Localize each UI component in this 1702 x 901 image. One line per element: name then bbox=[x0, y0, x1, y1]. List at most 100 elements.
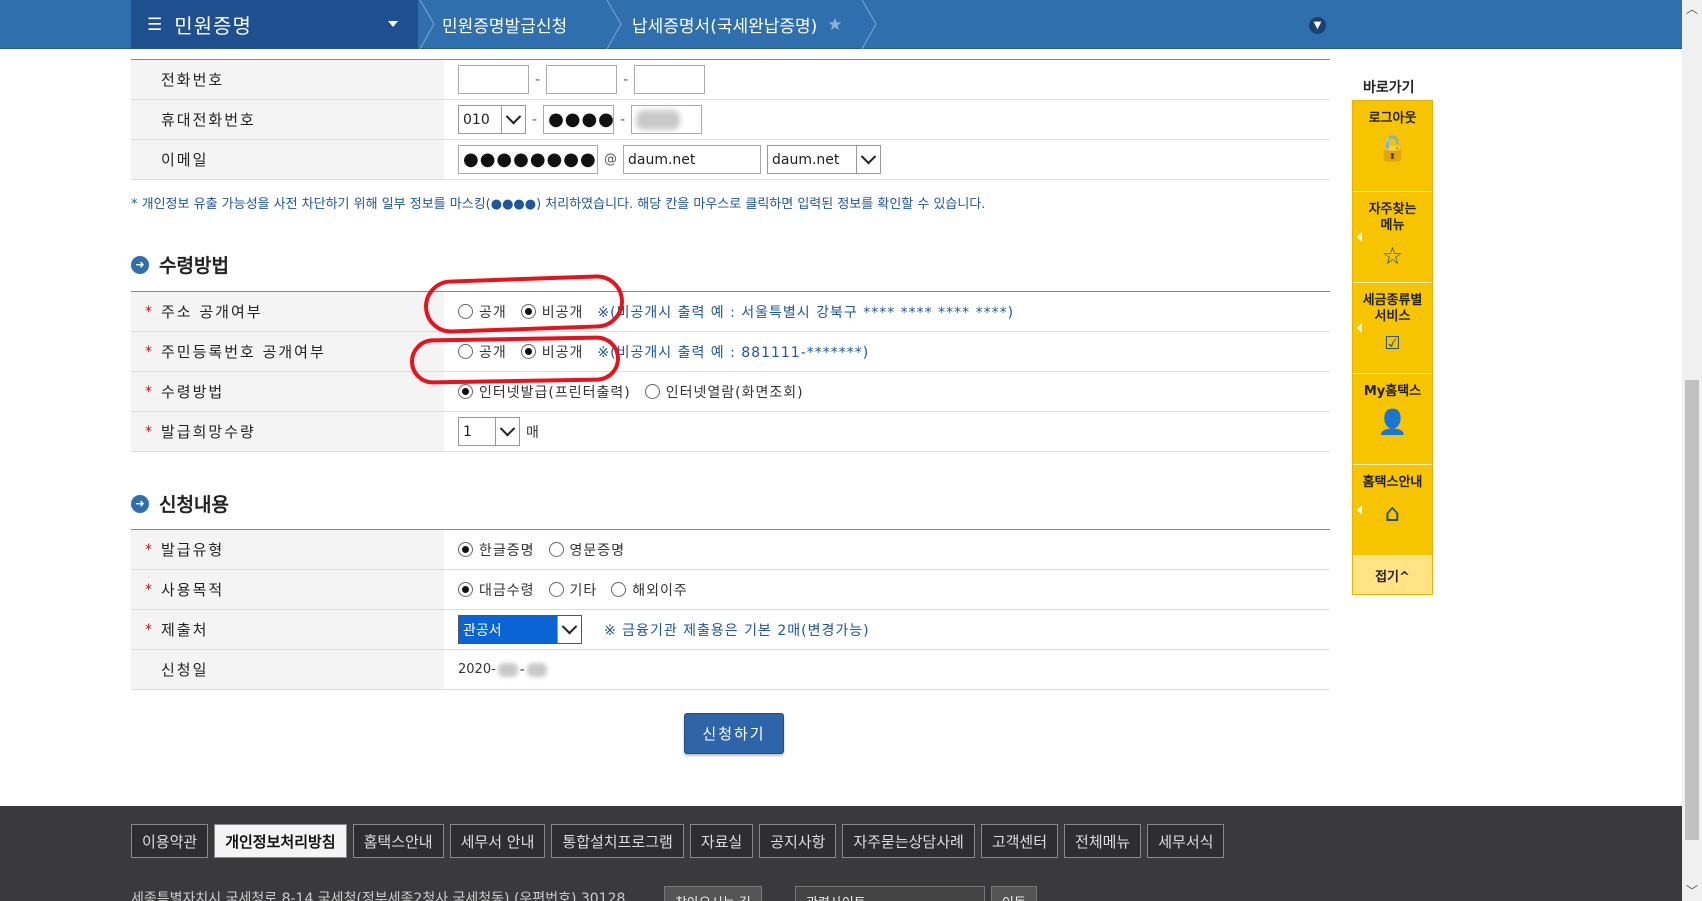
mobile-prefix-select[interactable]: 010 bbox=[458, 105, 526, 134]
user-icon: 👤 bbox=[1377, 408, 1408, 436]
page: ☰ 민원증명 민원증명발급신청 납세증명서(국세완납증명) ★ ▼ 전화번호 - bbox=[0, 0, 1702, 901]
mobile-field-mid[interactable]: ●●●● bbox=[543, 105, 615, 134]
footer-link[interactable]: 통합설치프로그램 bbox=[551, 824, 684, 858]
caret-down-icon bbox=[388, 21, 398, 27]
apply-date-value: 2020- bbox=[458, 662, 496, 677]
quick-fold-button[interactable]: 접기^ bbox=[1353, 556, 1432, 594]
unlock-icon: 🔓 bbox=[1377, 135, 1408, 163]
table-row: * 발급희망수량 1 매 bbox=[131, 412, 1330, 452]
home-icon: ⌂ bbox=[1384, 499, 1401, 527]
submit-to-note: ※ 금융기관 제출용은 기본 2매(변경가능) bbox=[604, 622, 870, 639]
apply-button[interactable]: 신청하기 bbox=[684, 713, 784, 754]
address-disclosure-label: 주소 공개여부 bbox=[161, 303, 263, 321]
footer-link-privacy[interactable]: 개인정보처리방침 bbox=[214, 824, 347, 858]
breadcrumb-separator bbox=[419, 0, 435, 49]
table-row: 신청일 2020- - bbox=[131, 650, 1330, 690]
phone-label: 전화번호 bbox=[131, 60, 444, 99]
breadcrumb-item-apply[interactable]: 민원증명발급신청 bbox=[442, 0, 567, 49]
email-domain-select[interactable]: daum.net bbox=[767, 145, 881, 174]
section-title-receive: ➜ 수령방법 bbox=[131, 251, 229, 278]
phone-field-3[interactable] bbox=[634, 65, 706, 94]
method-print-radio[interactable]: 인터넷발급(프린터출력) bbox=[458, 382, 631, 402]
phone-field-2[interactable] bbox=[546, 65, 618, 94]
email-domain-field[interactable]: daum.net bbox=[623, 145, 761, 174]
annotation-circle bbox=[409, 335, 621, 385]
at-sign: @ bbox=[604, 152, 617, 167]
quick-favorite-menu[interactable]: 자주찾는 메뉴 ☆ bbox=[1353, 192, 1432, 283]
quick-links-title: 바로가기 bbox=[1363, 80, 1415, 96]
table-row: 이메일 ●●●●●●●● @ daum.net daum.net bbox=[131, 140, 1330, 180]
breadcrumb-item-certificate[interactable]: 납세증명서(국세완납증명) ★ bbox=[632, 0, 843, 49]
type-korean-radio[interactable]: 한글증명 bbox=[458, 540, 535, 560]
table-row: * 발급유형 한글증명 영문증명 bbox=[131, 530, 1330, 570]
vertical-scrollbar[interactable]: ︿ ﹀ bbox=[1682, 0, 1702, 901]
footer-link[interactable]: 자료실 bbox=[689, 824, 754, 858]
mobile-label: 휴대전화번호 bbox=[131, 100, 444, 139]
quick-hometax-guide[interactable]: 홈택스안내 ⌂ bbox=[1353, 465, 1432, 556]
footer-link[interactable]: 공지사항 bbox=[759, 824, 837, 858]
table-row: 전화번호 - - bbox=[131, 60, 1330, 100]
purpose-emigration-radio[interactable]: 해외이주 bbox=[611, 580, 688, 600]
quick-tax-service[interactable]: 세금종류별 서비스 ☑ bbox=[1353, 283, 1432, 374]
breadcrumb-separator bbox=[606, 0, 622, 49]
section-title-apply: ➜ 신청내용 bbox=[131, 490, 229, 517]
quick-links-panel: 로그아웃 🔓 자주찾는 메뉴 ☆ 세금종류별 서비스 ☑ My홈택스 👤 홈택스… bbox=[1352, 100, 1433, 595]
submit-to-label: 제출처 bbox=[161, 621, 209, 639]
favorite-star-icon[interactable]: ★ bbox=[827, 15, 842, 35]
breadcrumb-separator bbox=[861, 0, 877, 49]
directions-button[interactable]: 찾아오시는 길 bbox=[664, 886, 762, 901]
menu-dropdown[interactable]: ☰ 민원증명 bbox=[131, 0, 418, 49]
issue-type-label: 발급유형 bbox=[161, 541, 225, 559]
chevron-down-icon bbox=[495, 418, 519, 445]
related-sites-select[interactable]: 관련사이트 bbox=[795, 886, 985, 901]
table-row: 휴대전화번호 010 - ●●●● - bbox=[131, 100, 1330, 140]
submit-to-select[interactable]: 관공서 bbox=[458, 615, 582, 644]
footer-address: 세종특별자치시 국세청로 8-14 국세청(정부세종2청사 국세청동) (우편번… bbox=[131, 891, 626, 901]
apply-table: * 발급유형 한글증명 영문증명 * 사용목적 대금수령 기타 해외이주 * 제출처 … bbox=[131, 529, 1330, 690]
table-row: * 제출처 관공서 ※ 금융기관 제출용은 기본 2매(변경가능) bbox=[131, 610, 1330, 650]
chevron-down-icon bbox=[501, 106, 525, 133]
go-button[interactable]: 이동 bbox=[991, 886, 1037, 901]
chevron-down-icon bbox=[557, 616, 581, 643]
chevron-down-icon[interactable]: ▼ bbox=[1309, 17, 1326, 34]
contact-table: 전화번호 - - 휴대전화번호 010 - ●●●● - 이메일 ●●●●●●●… bbox=[131, 59, 1330, 180]
purpose-other-radio[interactable]: 기타 bbox=[548, 580, 598, 600]
footer-link[interactable]: 홈택스안내 bbox=[352, 824, 444, 858]
purpose-payment-radio[interactable]: 대금수령 bbox=[458, 580, 535, 600]
phone-field-1[interactable] bbox=[458, 65, 529, 94]
rrn-note: ※(비공개시 출력 예 : 881111-*******) bbox=[597, 344, 870, 361]
footer-link[interactable]: 전체메뉴 bbox=[1064, 824, 1142, 858]
menu-label: 민원증명 bbox=[174, 14, 252, 38]
footer-link[interactable]: 고객센터 bbox=[980, 824, 1059, 858]
footer-links: 이용약관 개인정보처리방침 홈택스안내 세무서 안내 통합설치프로그램 자료실 … bbox=[131, 824, 1230, 858]
table-row: * 주소 공개여부 공개 비공개 ※(비공개시 출력 예 : 서울특별시 강북구 … bbox=[131, 292, 1330, 332]
quantity-unit: 매 bbox=[526, 424, 539, 441]
chevron-down-icon bbox=[856, 146, 880, 173]
purpose-label: 사용목적 bbox=[161, 581, 225, 599]
table-row: * 사용목적 대금수령 기타 해외이주 bbox=[131, 570, 1330, 610]
quick-logout[interactable]: 로그아웃 🔓 bbox=[1353, 101, 1432, 192]
footer-link[interactable]: 자주묻는상담사례 bbox=[842, 824, 975, 858]
star-icon: ☆ bbox=[1381, 242, 1404, 270]
quantity-select[interactable]: 1 bbox=[458, 417, 520, 446]
mobile-field-last[interactable] bbox=[631, 105, 703, 134]
email-id-field[interactable]: ●●●●●●●● bbox=[458, 145, 598, 174]
scrollbar-thumb[interactable] bbox=[1685, 380, 1699, 840]
top-navigation-bar: ☰ 민원증명 민원증명발급신청 납세증명서(국세완납증명) ★ ▼ bbox=[0, 0, 1682, 49]
scroll-up-icon[interactable]: ︿ bbox=[1685, 2, 1699, 16]
footer-link[interactable]: 세무서식 bbox=[1147, 824, 1225, 858]
quick-my-hometax[interactable]: My홈택스 👤 bbox=[1353, 374, 1432, 465]
hamburger-icon: ☰ bbox=[147, 14, 163, 35]
method-view-radio[interactable]: 인터넷열람(화면조회) bbox=[644, 382, 804, 402]
masked-value bbox=[636, 109, 681, 130]
footer-link[interactable]: 세무서 안내 bbox=[449, 824, 546, 858]
scroll-down-icon[interactable]: ﹀ bbox=[1685, 884, 1699, 898]
address-note: ※(비공개시 출력 예 : 서울특별시 강북구 **** **** **** *… bbox=[597, 304, 1015, 321]
arrow-right-icon: ➜ bbox=[131, 494, 149, 513]
type-english-radio[interactable]: 영문증명 bbox=[548, 540, 626, 560]
quantity-label: 발급희망수량 bbox=[161, 423, 256, 441]
email-label: 이메일 bbox=[131, 140, 444, 179]
footer-link[interactable]: 이용약관 bbox=[131, 824, 209, 858]
masking-notice: * 개인정보 유출 가능성을 사전 차단하기 위해 일부 정보를 마스킹(●●●… bbox=[131, 197, 986, 212]
table-row: * 수령방법 인터넷발급(프린터출력) 인터넷열람(화면조회) bbox=[131, 372, 1330, 412]
